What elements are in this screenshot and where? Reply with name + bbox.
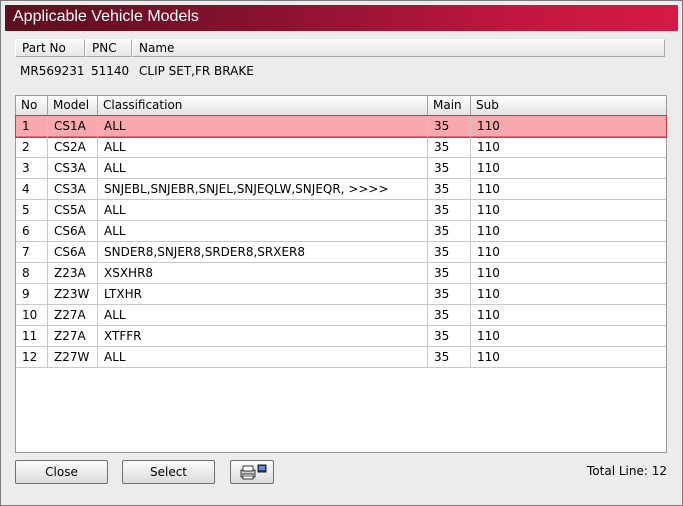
row-main: 35: [428, 137, 471, 158]
row-model: Z23A: [48, 263, 98, 284]
row-classification: ALL: [98, 305, 428, 326]
row-classification: ALL: [98, 221, 428, 242]
printer-icon: [240, 464, 267, 480]
row-classification: SNJEBL,SNJEBR,SNJEL,SNJEQLW,SNJEQR, >>>>: [98, 179, 428, 200]
row-main: 35: [428, 305, 471, 326]
row-model: CS1A: [48, 116, 98, 137]
row-model: CS3A: [48, 158, 98, 179]
column-header-main[interactable]: Main: [428, 96, 471, 116]
row-main: 35: [428, 158, 471, 179]
row-sub: 110: [471, 284, 666, 305]
row-classification: ALL: [98, 347, 428, 368]
row-model: CS2A: [48, 137, 98, 158]
row-main: 35: [428, 179, 471, 200]
row-no: 7: [16, 242, 48, 263]
row-main: 35: [428, 116, 471, 137]
row-classification: SNDER8,SNJER8,SRDER8,SRXER8: [98, 242, 428, 263]
part-info-panel: Part No PNC Name MR569231 51140 CLIP SET…: [15, 39, 666, 89]
row-no: 10: [16, 305, 48, 326]
row-classification: ALL: [98, 137, 428, 158]
row-no: 8: [16, 263, 48, 284]
row-main: 35: [428, 200, 471, 221]
column-header-model[interactable]: Model: [48, 96, 98, 116]
row-classification: ALL: [98, 116, 428, 137]
row-classification: LTXHR: [98, 284, 428, 305]
row-model: Z27W: [48, 347, 98, 368]
table-row[interactable]: 10 Z27A ALL 35 110: [16, 305, 666, 326]
part-no-header: Part No: [15, 39, 85, 57]
row-no: 5: [16, 200, 48, 221]
print-button[interactable]: [230, 460, 274, 484]
total-line-label: Total Line: 12: [587, 464, 667, 478]
row-model: CS3A: [48, 179, 98, 200]
table-row[interactable]: 1 CS1A ALL 35 110: [15, 115, 667, 138]
pnc-value: 51140: [91, 64, 130, 78]
row-main: 35: [428, 284, 471, 305]
column-header-classification[interactable]: Classification: [98, 96, 428, 116]
title-bar[interactable]: Applicable Vehicle Models: [5, 5, 678, 31]
row-sub: 110: [471, 347, 666, 368]
column-header-no[interactable]: No: [16, 96, 48, 116]
row-model: Z23W: [48, 284, 98, 305]
row-sub: 110: [471, 137, 666, 158]
applicable-models-window: Applicable Vehicle Models Part No PNC Na…: [0, 0, 683, 506]
row-sub: 110: [471, 179, 666, 200]
table-row[interactable]: 4 CS3A SNJEBL,SNJEBR,SNJEL,SNJEQLW,SNJEQR,…: [16, 179, 666, 200]
window-title: Applicable Vehicle Models: [13, 8, 199, 25]
row-sub: 110: [471, 326, 666, 347]
close-button[interactable]: Close: [15, 460, 108, 484]
table-row[interactable]: 3 CS3A ALL 35 110: [16, 158, 666, 179]
row-sub: 110: [471, 200, 666, 221]
row-sub: 110: [471, 116, 666, 137]
column-header-sub[interactable]: Sub: [471, 96, 666, 116]
table-header: No Model Classification Main Sub: [16, 96, 666, 116]
row-no: 3: [16, 158, 48, 179]
row-classification: XTFFR: [98, 326, 428, 347]
row-main: 35: [428, 347, 471, 368]
row-sub: 110: [471, 305, 666, 326]
row-no: 6: [16, 221, 48, 242]
row-classification: ALL: [98, 158, 428, 179]
part-no-value: MR569231: [20, 64, 85, 78]
row-no: 2: [16, 137, 48, 158]
row-classification: XSXHR8: [98, 263, 428, 284]
table-row[interactable]: 2 CS2A ALL 35 110: [16, 137, 666, 158]
select-button[interactable]: Select: [122, 460, 215, 484]
table-row[interactable]: 8 Z23A XSXHR8 35 110: [16, 263, 666, 284]
row-no: 12: [16, 347, 48, 368]
row-classification: ALL: [98, 200, 428, 221]
table-row[interactable]: 11 Z27A XTFFR 35 110: [16, 326, 666, 347]
table-row[interactable]: 6 CS6A ALL 35 110: [16, 221, 666, 242]
row-sub: 110: [471, 221, 666, 242]
row-no: 4: [16, 179, 48, 200]
row-main: 35: [428, 242, 471, 263]
row-no: 11: [16, 326, 48, 347]
row-no: 9: [16, 284, 48, 305]
row-no: 1: [16, 116, 48, 137]
row-model: CS6A: [48, 221, 98, 242]
vehicle-models-table: No Model Classification Main Sub 1 CS1A AL…: [15, 95, 667, 453]
name-value: CLIP SET,FR BRAKE: [139, 64, 254, 78]
row-sub: 110: [471, 158, 666, 179]
table-row[interactable]: 5 CS5A ALL 35 110: [16, 200, 666, 221]
table-row[interactable]: 9 Z23W LTXHR 35 110: [16, 284, 666, 305]
row-model: CS5A: [48, 200, 98, 221]
row-main: 35: [428, 221, 471, 242]
row-model: CS6A: [48, 242, 98, 263]
row-main: 35: [428, 326, 471, 347]
row-sub: 110: [471, 263, 666, 284]
table-row[interactable]: 12 Z27W ALL 35 110: [16, 347, 666, 368]
pnc-header: PNC: [85, 39, 132, 57]
table-row[interactable]: 7 CS6A SNDER8,SNJER8,SRDER8,SRXER8 35 110: [16, 242, 666, 263]
row-sub: 110: [471, 242, 666, 263]
row-model: Z27A: [48, 305, 98, 326]
row-main: 35: [428, 263, 471, 284]
row-model: Z27A: [48, 326, 98, 347]
name-header: Name: [132, 39, 665, 57]
